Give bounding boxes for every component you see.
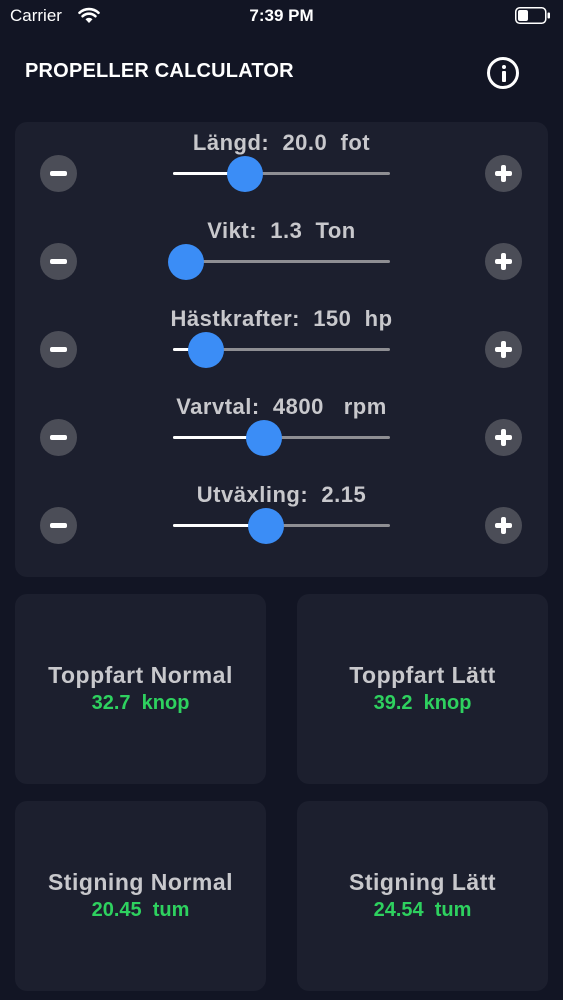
gear-increase-button[interactable]	[485, 507, 522, 544]
result-card-pitch-light: Stigning Lätt 24.54 tum	[297, 801, 548, 991]
minus-icon	[50, 171, 67, 176]
result-card-pitch-normal: Stigning Normal 20.45 tum	[15, 801, 266, 991]
slider-thumb[interactable]	[226, 156, 263, 192]
result-card-topspeed-normal: Toppfart Normal 32.7 knop	[15, 594, 266, 784]
length-increase-button[interactable]	[485, 155, 522, 192]
rpm-slider[interactable]	[173, 420, 390, 456]
weight-slider[interactable]	[168, 244, 390, 280]
plus-icon	[501, 253, 506, 270]
slider-thumb[interactable]	[248, 508, 285, 544]
result-title: Toppfart Lätt	[349, 662, 496, 688]
result-title: Toppfart Normal	[48, 662, 233, 688]
rpm-increase-button[interactable]	[485, 419, 522, 456]
length-decrease-button[interactable]	[40, 155, 77, 192]
control-row-length: Längd: 20.0 fot	[15, 122, 548, 210]
horsepower-decrease-button[interactable]	[40, 331, 77, 368]
minus-icon	[50, 435, 67, 440]
controls-card: Längd: 20.0 fot Vikt: 1.3 Ton Hästkrafte…	[15, 122, 548, 577]
result-value: 20.45 tum	[91, 899, 190, 921]
control-row-horsepower: Hästkrafter: 150 hp	[15, 298, 548, 386]
slider-thumb[interactable]	[187, 332, 224, 368]
gear-label: Utväxling: 2.15	[196, 482, 367, 507]
control-row-gear: Utväxling: 2.15	[15, 474, 548, 562]
minus-icon	[50, 347, 67, 352]
plus-icon	[501, 517, 506, 534]
weight-increase-button[interactable]	[485, 243, 522, 280]
gear-slider[interactable]	[173, 508, 390, 544]
minus-icon	[50, 523, 67, 528]
slider-thumb[interactable]	[246, 420, 283, 456]
weight-label: Vikt: 1.3 Ton	[207, 218, 356, 243]
plus-icon	[501, 429, 506, 446]
clock: 7:39 PM	[249, 6, 314, 25]
plus-icon	[501, 165, 506, 182]
result-value: 39.2 knop	[373, 692, 472, 714]
rpm-decrease-button[interactable]	[40, 419, 77, 456]
length-slider[interactable]	[173, 156, 390, 192]
result-card-topspeed-light: Toppfart Lätt 39.2 knop	[297, 594, 548, 784]
horsepower-increase-button[interactable]	[485, 331, 522, 368]
weight-decrease-button[interactable]	[40, 243, 77, 280]
rpm-label: Varvtal: 4800 rpm	[176, 394, 387, 419]
slider-thumb[interactable]	[168, 244, 205, 280]
plus-icon	[501, 341, 506, 358]
result-value: 24.54 tum	[373, 899, 472, 921]
info-icon[interactable]	[487, 57, 519, 89]
gear-decrease-button[interactable]	[40, 507, 77, 544]
length-label: Längd: 20.0 fot	[192, 130, 371, 155]
battery-icon	[515, 7, 550, 24]
control-row-weight: Vikt: 1.3 Ton	[15, 210, 548, 298]
horsepower-label: Hästkrafter: 150 hp	[170, 306, 393, 331]
result-title: Stigning Normal	[47, 869, 234, 895]
page-title: PROPELLER CALCULATOR	[25, 60, 294, 82]
control-row-rpm: Varvtal: 4800 rpm	[15, 386, 548, 474]
horsepower-slider[interactable]	[173, 332, 390, 368]
result-value: 32.7 knop	[91, 692, 190, 714]
status-bar: Carrier 7:39 PM	[0, 0, 563, 32]
result-title: Stigning Lätt	[348, 869, 497, 895]
minus-icon	[50, 259, 67, 264]
